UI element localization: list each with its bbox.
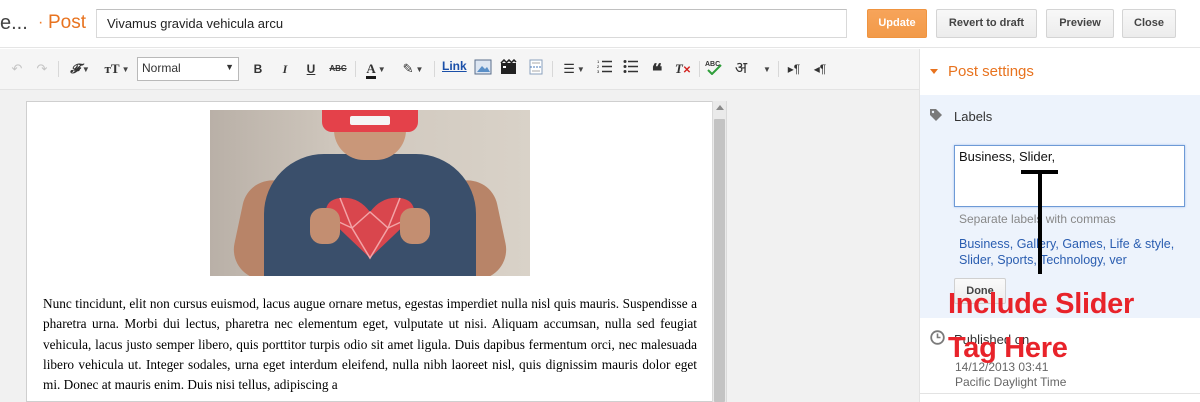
label-suggestion[interactable]: Games — [1062, 237, 1102, 251]
numbered-list-icon[interactable]: 123 — [596, 59, 614, 79]
insert-link-button[interactable]: Link — [442, 59, 467, 73]
toolbar-divider — [699, 61, 700, 77]
toolbar-divider — [778, 61, 779, 77]
redo-icon[interactable]: ↷ — [34, 59, 50, 79]
photo-shape — [350, 116, 390, 125]
paragraph-style-select[interactable]: Normal ▼ — [137, 57, 239, 81]
align-icon[interactable]: ☰ ▼ — [559, 59, 589, 79]
quote-icon[interactable]: ❝ — [648, 59, 666, 83]
post-title-input[interactable] — [96, 9, 847, 38]
undo-icon[interactable]: ↶ — [9, 59, 25, 79]
photo-shape — [310, 208, 340, 244]
tag-icon — [930, 109, 942, 121]
transliterate-icon[interactable]: अ — [732, 59, 750, 79]
post-body-editor[interactable]: Nunc tincidunt, elit non cursus euismod,… — [26, 101, 712, 402]
ltr-icon[interactable]: ▸¶ — [786, 59, 802, 79]
revert-to-draft-button[interactable]: Revert to draft — [936, 9, 1037, 38]
breadcrumb-separator: · — [38, 14, 44, 31]
rtl-icon[interactable]: ◂¶ — [812, 59, 828, 79]
annotation-line-2: Tag Here — [948, 332, 1068, 364]
annotation-line-1: Include Slider — [948, 288, 1134, 320]
labels-input[interactable]: Business, Slider, — [954, 145, 1185, 207]
blogger-logo[interactable]: e... — [0, 12, 28, 35]
bold-icon[interactable]: B — [250, 59, 266, 79]
label-suggestion[interactable]: ver — [1109, 253, 1126, 267]
editor-header: e... · Post Update Revert to draft Previ… — [0, 0, 1200, 48]
bulleted-list-icon[interactable] — [622, 59, 640, 79]
label-suggestion[interactable]: Business — [959, 237, 1010, 251]
transliterate-dropdown[interactable]: ▼ — [760, 59, 772, 79]
font-size-icon[interactable]: тT ▼ — [101, 59, 133, 79]
post-settings-title: Post settings — [948, 63, 1034, 80]
close-button[interactable]: Close — [1122, 9, 1176, 38]
toolbar-divider — [434, 61, 435, 77]
label-suggestion[interactable]: Gallery — [1017, 237, 1056, 251]
post-image[interactable] — [210, 110, 530, 276]
rtl-glyph: ¶ — [819, 62, 827, 76]
clock-icon — [930, 330, 945, 345]
toolbar-divider — [552, 61, 553, 77]
svg-text:3: 3 — [597, 69, 600, 73]
chevron-down-icon: ▼ — [225, 62, 234, 72]
paragraph-style-value: Normal — [142, 61, 181, 75]
label-suggestion[interactable]: Sports — [997, 253, 1033, 267]
toolbar-divider — [58, 61, 59, 77]
label-suggestion[interactable]: Slider — [959, 253, 990, 267]
labels-suggestions: Business, Gallery, Games, Life & style, … — [959, 237, 1175, 267]
spellcheck-icon[interactable]: ABC — [705, 59, 723, 79]
italic-icon[interactable]: I — [277, 59, 293, 79]
label-suggestion[interactable]: Technology — [1040, 253, 1102, 267]
labels-title: Labels — [954, 109, 993, 124]
ltr-glyph: ¶ — [793, 62, 801, 76]
published-timezone: Pacific Daylight Time — [955, 375, 1067, 389]
formatting-toolbar: ↶ ↷ 𝓕 ▼ тT ▼ Normal ▼ B I U ABC A ▼ ✎ ▼ Link… — [0, 49, 919, 90]
font-family-icon[interactable]: 𝓕 ▼ — [64, 59, 96, 79]
underline-icon[interactable]: U — [303, 59, 319, 79]
scroll-thumb[interactable] — [714, 119, 725, 402]
jump-break-icon[interactable] — [527, 59, 545, 79]
label-suggestion[interactable]: Life & style — [1110, 237, 1171, 251]
toolbar-divider — [355, 61, 356, 77]
text-color-icon[interactable]: A ▼ — [361, 59, 391, 79]
preview-button[interactable]: Preview — [1046, 9, 1114, 38]
scroll-up-arrow-icon[interactable] — [716, 105, 724, 110]
breadcrumb-post: Post — [48, 12, 87, 33]
collapse-caret-icon[interactable] — [930, 69, 938, 74]
annotation-text: Include Slider Tag Here — [948, 282, 1188, 370]
post-body-text[interactable]: Nunc tincidunt, elit non cursus euismod,… — [43, 294, 697, 395]
image-icon[interactable] — [474, 59, 492, 79]
strikethrough-icon[interactable]: ABC — [328, 59, 348, 79]
annotation-pointer-line — [1038, 173, 1042, 274]
update-button[interactable]: Update — [867, 9, 927, 38]
photo-shape — [400, 208, 430, 244]
highlight-icon[interactable]: ✎ ▼ — [398, 59, 428, 79]
clear-format-icon[interactable]: T✕ — [674, 59, 692, 79]
editor-scrollbar[interactable] — [712, 101, 727, 402]
video-icon[interactable] — [500, 58, 518, 79]
post-settings-header[interactable]: Post settings — [920, 49, 1200, 95]
